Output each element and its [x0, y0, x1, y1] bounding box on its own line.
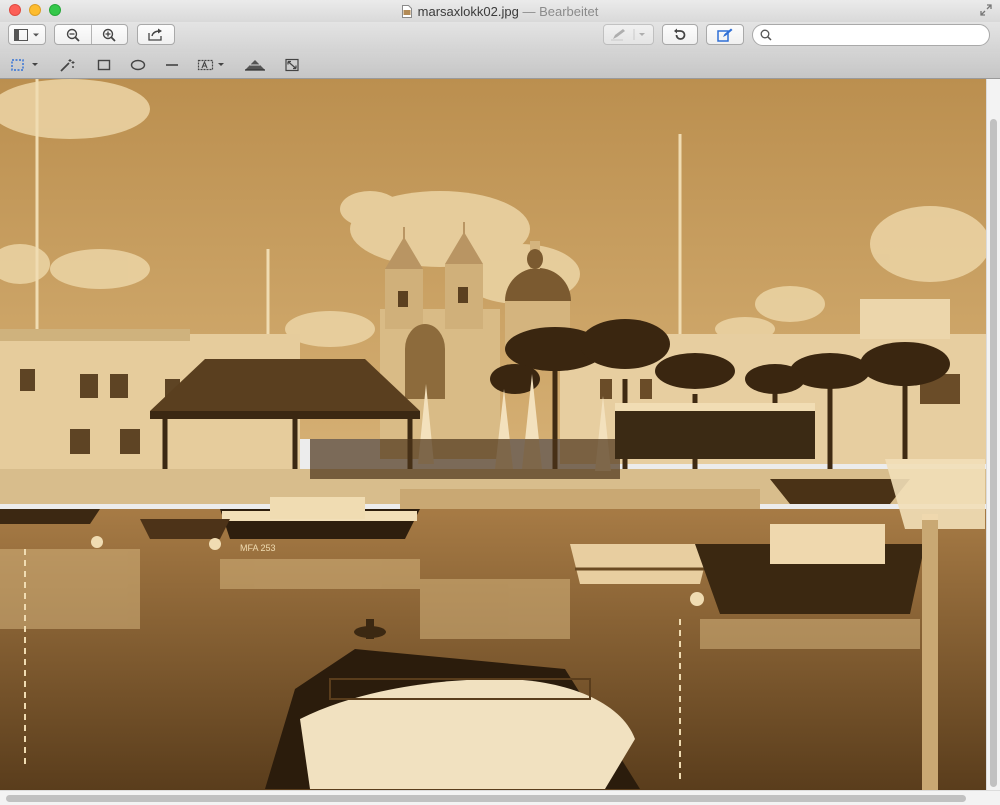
zoom-in-button[interactable] — [90, 25, 128, 44]
rotate-icon — [674, 28, 686, 40]
magic-wand-icon — [60, 59, 75, 72]
sepia-harbor-image: MFA 253 — [0, 79, 986, 790]
adjust-color-button[interactable] — [244, 56, 266, 74]
view-menu-button[interactable] — [8, 24, 46, 45]
document-view: MFA 253 — [0, 79, 1000, 805]
share-button[interactable] — [137, 24, 175, 45]
adjust-size-icon — [285, 58, 299, 72]
boat-label: MFA 253 — [240, 543, 276, 553]
zoom-in-icon — [103, 28, 116, 42]
edit-toolbar-icon — [717, 28, 733, 42]
selection-tool-button[interactable] — [10, 56, 42, 74]
text-tool-button[interactable] — [197, 56, 229, 74]
rectangular-selection-icon — [11, 59, 38, 71]
annotate-pen-button[interactable] — [603, 24, 654, 45]
window-filename: marsaxlokk02.jpg — [417, 4, 519, 19]
markup-toolbar — [0, 52, 1000, 79]
toolbar — [0, 22, 1000, 52]
document-icon — [401, 5, 412, 18]
pen-icon — [610, 29, 645, 41]
text-box-icon — [197, 59, 224, 71]
fullscreen-icon[interactable] — [980, 4, 992, 16]
line-shape-button[interactable] — [164, 56, 180, 74]
title-bar[interactable]: marsaxlokk02.jpg — Bearbeitet — [0, 0, 1000, 22]
sidebar-icon — [14, 28, 39, 41]
horizontal-scrollbar[interactable] — [0, 790, 1000, 805]
line-icon — [166, 64, 178, 66]
instant-alpha-button[interactable] — [58, 56, 76, 74]
vertical-scroll-thumb[interactable] — [990, 119, 997, 787]
zoom-out-icon — [66, 28, 80, 42]
rotate-button[interactable] — [662, 24, 698, 45]
rectangle-icon — [97, 59, 111, 71]
oval-shape-button[interactable] — [130, 56, 146, 74]
search-icon — [760, 29, 772, 41]
search-field[interactable] — [752, 24, 990, 46]
window-title: marsaxlokk02.jpg — Bearbeitet — [0, 4, 1000, 19]
rectangle-shape-button[interactable] — [97, 56, 111, 74]
show-markup-toolbar-button[interactable] — [706, 24, 744, 45]
zoom-segmented-control — [54, 24, 128, 45]
adjust-size-button[interactable] — [284, 56, 300, 74]
share-icon — [148, 28, 162, 41]
vertical-scrollbar[interactable] — [986, 79, 1000, 790]
window-status: Bearbeitet — [539, 4, 599, 19]
oval-icon — [130, 59, 146, 71]
marsaxlokk-photo[interactable]: MFA 253 — [0, 79, 986, 790]
adjust-color-icon — [245, 60, 265, 71]
search-input[interactable] — [777, 27, 982, 43]
zoom-out-button[interactable] — [55, 25, 91, 44]
window-separator: — — [522, 4, 536, 19]
horizontal-scroll-thumb[interactable] — [6, 795, 966, 802]
preview-window: marsaxlokk02.jpg — Bearbeitet MFA 253 — [0, 0, 1000, 805]
